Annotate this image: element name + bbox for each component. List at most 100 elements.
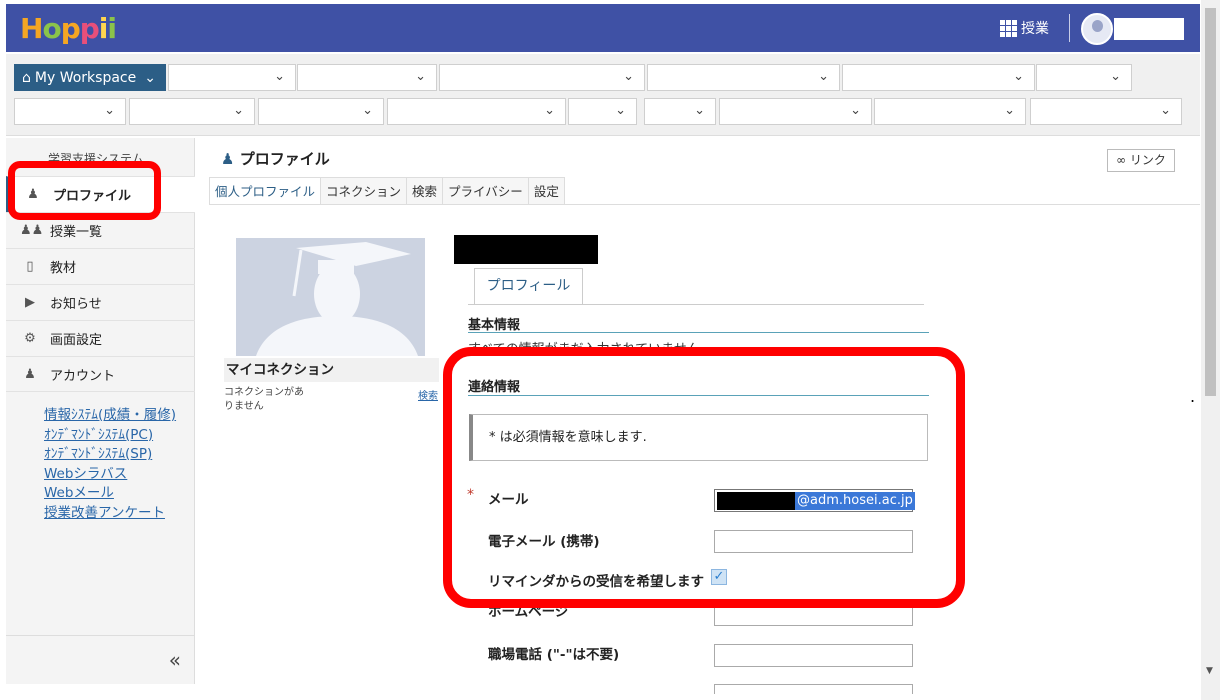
reminder-checkbox[interactable]: ✓ [711,569,727,585]
sidebar-item-label: お知らせ [50,297,102,312]
course-dropdown[interactable]: ⌄ [1036,64,1132,91]
homepage-field[interactable] [714,603,913,626]
sidebar-item-profile[interactable]: ♟ プロファイル [6,176,195,212]
chevron-down-icon: ⌄ [623,69,634,84]
mobile-email-field[interactable] [714,530,913,553]
chevron-down-icon: ⌄ [233,103,244,118]
work-phone-label: 職場電話 ("-"は不要) [488,647,620,663]
email-field[interactable]: @adm.hosei.ac.jp [714,489,915,512]
chevron-down-icon: ⌄ [850,103,861,118]
chevron-down-icon: ⌄ [415,69,426,84]
page-title: ♟ プロファイル [221,150,330,168]
course-dropdown[interactable]: ⌄ [568,98,637,125]
section-rule [468,395,929,396]
sidebar-item-label: 授業一覧 [50,225,103,240]
chevron-down-icon: ⌄ [274,69,285,84]
chevron-down-icon: ⌄ [818,69,829,84]
collapse-sidebar: « [6,635,195,684]
tabs-divider [209,204,1200,205]
scroll-thumb[interactable] [1205,8,1216,396]
tab-profile[interactable]: プロフィール [474,268,583,305]
site-name: 学習支援システム [48,152,144,166]
profile-tab-divider [468,304,924,305]
no-connections-text: コネクションがありません [224,387,304,412]
profile-tabs: 個人プロファイル コネクション 検索 プライバシー 設定 [209,177,565,205]
hoppii-logo[interactable]: Hoppii [20,12,117,45]
course-dropdown[interactable]: ⌄ [14,98,126,125]
chevron-down-icon: ⌄ [544,103,555,118]
required-note: * は必須情報を意味します. [469,414,928,461]
course-dropdown[interactable]: ⌄ [874,98,1026,125]
tab-personal-profile[interactable]: 個人プロファイル [209,177,322,205]
work-phone-field[interactable] [714,644,913,667]
connections-search-link[interactable]: 検索 [418,387,438,402]
course-dropdown[interactable]: ⌄ [647,64,840,91]
sidebar-item-label: アカウント [50,368,116,384]
sidebar-item-announcements[interactable]: ▶ お知らせ [6,284,195,320]
course-dropdown[interactable]: ⌄ [1030,98,1182,125]
course-dropdown[interactable]: ⌄ [258,98,384,125]
home-icon: ⌂ [22,69,31,86]
classes-label: 授業 [1021,21,1049,37]
chevron-down-icon: ⌄ [1004,103,1015,118]
tab-connections[interactable]: コネクション [321,177,408,205]
link-icon: ∞ [1116,153,1127,167]
sidebar-item-label: プロファイル [53,189,132,204]
chevron-down-icon: ⌄ [1160,103,1171,118]
email-local-redacted [717,492,797,510]
scroll-down-icon[interactable]: ▼ [1206,666,1213,676]
course-dropdown[interactable]: ⌄ [842,64,1035,91]
stray-dot: . [1190,387,1196,406]
sidebar-item-account[interactable]: ♟ アカウント [6,356,195,392]
course-nav-bar: ⌂ My Workspace ⌄ ⌄ ⌄ ⌄ ⌄ ⌄ ⌄ ⌄ ⌄ ⌄ ⌄ ⌄ ⌄… [6,54,1200,136]
chevron-down-icon: ⌄ [1110,69,1121,84]
reminder-label: リマインダからの受信を希望します [488,574,704,590]
grid-icon [1000,19,1017,37]
page-scrollbar[interactable]: ▼ [1201,0,1220,700]
user-icon: ♟ [24,366,36,382]
sidebar-item-classes[interactable]: ♟♟ 授業一覧 [6,212,195,248]
link-ondemand-pc[interactable]: ｵﾝﾃﾞﾏﾝﾄﾞｼｽﾃﾑ(PC) [44,426,176,446]
link-web-mail[interactable]: Webメール [44,484,176,504]
users-icon: ♟♟ [20,223,44,238]
sidebar-item-display-settings[interactable]: ⚙ 画面設定 [6,320,195,356]
basic-info-heading: 基本情報 [468,318,521,333]
link-class-survey[interactable]: 授業改善アンケート [44,504,176,524]
link-ondemand-sp[interactable]: ｵﾝﾃﾞﾏﾝﾄﾞｼｽﾃﾑ(SP) [44,445,176,465]
chevron-down-icon: ⌄ [1013,69,1024,84]
course-dropdown[interactable]: ⌄ [297,64,437,91]
contact-info-heading: 連絡情報 [468,380,521,395]
profile-picture[interactable] [236,238,425,356]
basic-info-message: すべての情報がまだ入力されていません [468,342,700,357]
classes-button[interactable]: 授業 [1000,18,1049,38]
course-dropdown[interactable]: ⌄ [644,98,716,125]
email-label: メール [488,492,529,508]
chevron-down-icon: ⌄ [362,103,373,118]
mobile-email-label: 電子メール (携帯) [488,534,600,550]
course-dropdown[interactable]: ⌄ [719,98,872,125]
external-links: 情報ｼｽﾃﾑ(成績・履修) ｵﾝﾃﾞﾏﾝﾄﾞｼｽﾃﾑ(PC) ｵﾝﾃﾞﾏﾝﾄﾞｼ… [44,406,176,523]
course-dropdown[interactable]: ⌄ [129,98,255,125]
link-button[interactable]: ∞ リンク [1107,149,1175,172]
chevron-down-icon: ⌄ [144,69,156,86]
link-info-system[interactable]: 情報ｼｽﾃﾑ(成績・履修) [44,406,176,426]
user-name-redacted[interactable] [1114,18,1184,40]
avatar[interactable] [1081,13,1113,45]
user-icon: ♟ [27,187,39,202]
tab-search[interactable]: 検索 [407,177,444,205]
course-dropdown[interactable]: ⌄ [439,64,645,91]
sidebar-item-materials[interactable]: ▯ 教材 [6,248,195,284]
workspace-label: My Workspace [34,69,137,86]
graduate-silhouette-icon [236,238,425,356]
gear-icon: ⚙ [24,331,36,346]
tab-settings[interactable]: 設定 [528,177,565,205]
my-workspace-button[interactable]: ⌂ My Workspace ⌄ [14,64,166,91]
tab-privacy[interactable]: プライバシー [443,177,529,205]
next-field[interactable] [714,684,913,694]
collapse-icon[interactable]: « [169,648,181,672]
required-marker: * [467,487,474,503]
link-web-syllabus[interactable]: Webシラバス [44,465,176,485]
course-dropdown[interactable]: ⌄ [387,98,566,125]
course-dropdown[interactable]: ⌄ [168,64,296,91]
user-icon: ♟ [221,150,235,168]
